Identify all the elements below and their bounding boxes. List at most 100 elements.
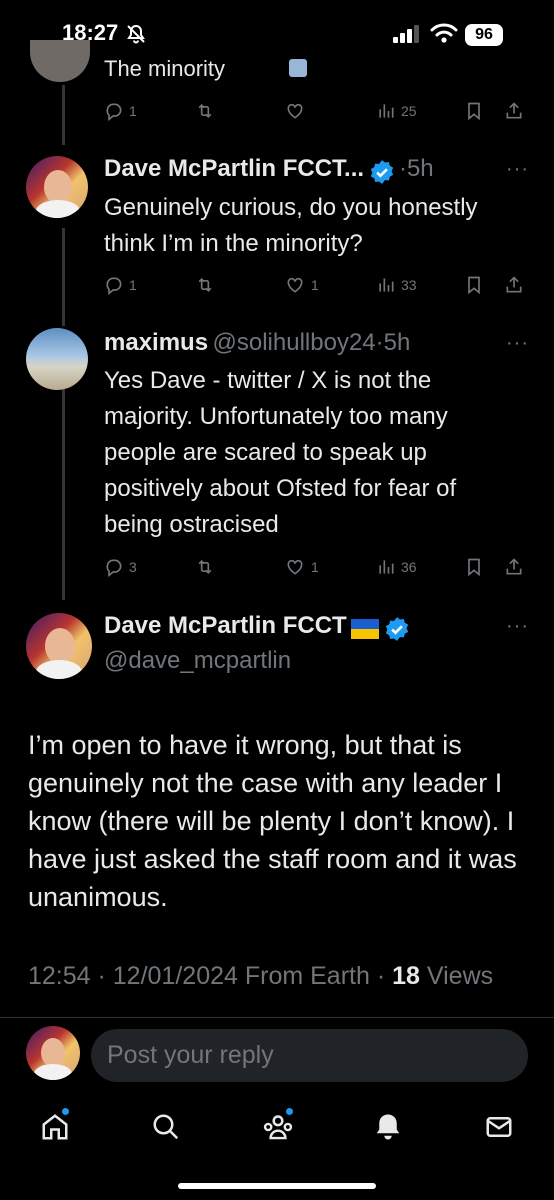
avatar-face xyxy=(41,1038,65,1067)
views-icon xyxy=(379,278,394,292)
retweet-button[interactable] xyxy=(194,101,221,121)
views-icon xyxy=(379,104,394,118)
display-name[interactable]: Dave McPartlin FCCT xyxy=(104,612,347,639)
like-icon xyxy=(287,559,303,575)
views-count: 36 xyxy=(401,559,417,575)
views-count: 33 xyxy=(401,277,417,293)
messages-icon xyxy=(486,1117,512,1137)
reply-button[interactable]: 1 xyxy=(104,275,137,295)
communities-icon xyxy=(263,1115,293,1140)
avatar[interactable] xyxy=(26,1026,80,1080)
reply-icon xyxy=(106,277,122,295)
tweet-actions: 1 25 xyxy=(104,97,524,125)
views-icon xyxy=(379,560,394,574)
bookmark-button[interactable] xyxy=(464,101,489,121)
tweet-header: maximus @solihullboy24·5h xyxy=(104,329,410,357)
views-button[interactable]: 33 xyxy=(376,275,417,295)
divider xyxy=(0,1017,554,1018)
tweet-text: Yes Dave - twitter / X is not the majori… xyxy=(104,367,457,538)
tab-messages[interactable] xyxy=(484,1112,514,1147)
share-icon xyxy=(506,276,522,293)
home-indicator[interactable] xyxy=(178,1183,376,1189)
thread-line xyxy=(62,372,65,600)
notifications-icon xyxy=(376,1114,400,1140)
tweet-time[interactable]: ·5h xyxy=(376,329,411,356)
reply-count: 1 xyxy=(129,103,137,119)
bookmark-icon xyxy=(468,102,480,121)
tweet-actions: 3 1 36 xyxy=(104,553,524,581)
avatar[interactable] xyxy=(26,613,92,679)
bell-slash-icon xyxy=(127,24,145,44)
search-icon xyxy=(153,1114,179,1140)
main-tweet-text: I’m open to have it wrong, but that is g… xyxy=(28,730,517,912)
display-name[interactable]: maximus xyxy=(104,329,208,356)
views-count: 18 xyxy=(392,962,420,990)
avatar-face xyxy=(45,628,75,664)
tweet-text-fragment: The minority xyxy=(104,56,226,81)
share-icon xyxy=(506,558,522,575)
like-button[interactable] xyxy=(284,101,311,121)
avatar-shirt xyxy=(36,660,82,679)
share-button[interactable] xyxy=(504,557,529,577)
thread-line xyxy=(62,85,65,145)
battery-indicator: 96 xyxy=(465,24,503,46)
tab-search[interactable] xyxy=(151,1112,181,1147)
timestamp[interactable]: 12:54 · 12/01/2024 xyxy=(28,962,238,990)
separator: · xyxy=(376,962,386,990)
retweet-button[interactable] xyxy=(194,557,221,577)
like-button[interactable]: 1 xyxy=(284,557,319,577)
tab-notifications[interactable] xyxy=(373,1112,403,1147)
retweet-icon xyxy=(198,103,212,119)
like-count: 1 xyxy=(311,277,319,293)
display-name[interactable]: Dave McPartlin FCCT... xyxy=(104,155,364,182)
views-label[interactable]: Views xyxy=(427,962,493,990)
signal-icon xyxy=(393,25,419,43)
like-button[interactable]: 1 xyxy=(284,275,319,295)
reply-button[interactable]: 1 xyxy=(104,101,137,121)
tweet-time[interactable]: ·5h xyxy=(399,155,434,182)
share-button[interactable] xyxy=(504,275,529,295)
thread-line xyxy=(62,228,65,326)
more-options-icon[interactable]: ··· xyxy=(506,158,529,181)
emoji-icon xyxy=(289,59,307,77)
views-button[interactable]: 36 xyxy=(376,557,417,577)
reply-count: 3 xyxy=(129,559,137,575)
tab-home[interactable] xyxy=(40,1108,70,1147)
reply-button[interactable]: 3 xyxy=(104,557,137,577)
notification-dot xyxy=(62,1108,69,1115)
bookmark-button[interactable] xyxy=(464,557,489,577)
ukraine-flag-icon xyxy=(351,618,380,639)
user-handle[interactable]: @dave_mcpartlin xyxy=(104,647,291,675)
avatar[interactable] xyxy=(26,156,88,218)
verified-icon xyxy=(370,159,393,184)
user-handle[interactable]: @solihullboy24 xyxy=(213,329,376,356)
more-options-icon[interactable]: ··· xyxy=(506,615,529,638)
retweet-button[interactable] xyxy=(194,275,221,295)
like-count: 1 xyxy=(311,559,319,575)
tab-communities[interactable] xyxy=(262,1108,294,1147)
reply-icon xyxy=(106,559,122,577)
tweet-actions: 1 1 33 xyxy=(104,271,524,299)
avatar[interactable] xyxy=(26,328,88,390)
reply-count: 1 xyxy=(129,277,137,293)
wifi-icon xyxy=(430,23,458,43)
bookmark-button[interactable] xyxy=(464,275,489,295)
share-button[interactable] xyxy=(504,101,529,121)
reply-input[interactable]: Post your reply xyxy=(91,1029,528,1082)
tweet-source: From Earth xyxy=(244,962,370,990)
bookmark-icon xyxy=(468,558,480,577)
views-button[interactable]: 25 xyxy=(376,101,417,121)
avatar[interactable] xyxy=(30,40,90,82)
home-icon xyxy=(42,1114,68,1140)
tweet-header: Dave McPartlin FCCT... ·5h xyxy=(104,155,434,185)
reply-icon xyxy=(106,103,122,121)
like-icon xyxy=(287,277,303,293)
bookmark-icon xyxy=(468,276,480,295)
avatar-face xyxy=(44,170,72,204)
like-icon xyxy=(287,103,303,119)
notification-dot xyxy=(286,1108,293,1115)
retweet-icon xyxy=(198,277,212,293)
avatar-shirt xyxy=(34,1064,72,1080)
tweet-metadata: 12:54 · 12/01/2024 From Earth · 18 Views xyxy=(28,962,493,991)
more-options-icon[interactable]: ··· xyxy=(506,332,529,355)
